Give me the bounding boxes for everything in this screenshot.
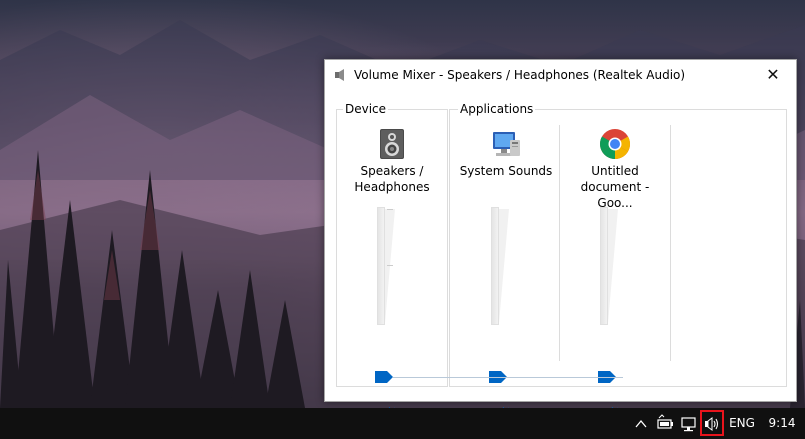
- title-bar[interactable]: Volume Mixer - Speakers / Headphones (Re…: [325, 60, 796, 90]
- language-indicator[interactable]: ENG: [728, 408, 756, 439]
- channel-label: System Sounds: [459, 164, 553, 178]
- volume-scale-wedge: [608, 209, 618, 323]
- volume-slider-thumb[interactable]: [375, 371, 393, 383]
- tick-mark: [387, 209, 393, 210]
- device-group-label: Device: [343, 102, 389, 116]
- window-title: Volume Mixer - Speakers / Headphones (Re…: [354, 68, 686, 82]
- tick-mark: [387, 265, 393, 266]
- chrome-icon[interactable]: [599, 128, 631, 160]
- chevron-up-icon[interactable]: [634, 408, 648, 439]
- speaker-highlight-box: [700, 410, 724, 436]
- speakers-device-icon[interactable]: [376, 128, 408, 160]
- battery-icon[interactable]: [656, 408, 674, 439]
- channel-chrome-document: Untitled document - Goo...: [563, 125, 667, 419]
- volume-scale-wedge: [499, 209, 509, 323]
- volume-mixer-window: Volume Mixer - Speakers / Headphones (Re…: [324, 59, 797, 419]
- applications-group-label: Applications: [458, 102, 536, 116]
- volume-slider-track[interactable]: [600, 207, 608, 325]
- taskbar: ENG 9:14: [0, 408, 805, 439]
- volume-slider-track[interactable]: [491, 207, 499, 325]
- channel-label: Untitled document - Goo...: [580, 164, 650, 210]
- channel-system-sounds: System Sounds: [454, 125, 558, 419]
- master-level-line: [393, 377, 623, 378]
- system-sounds-icon[interactable]: [490, 128, 522, 160]
- channel-label: Speakers / Headphones: [354, 164, 430, 194]
- volume-slider-track[interactable]: [377, 207, 385, 325]
- network-icon[interactable]: [680, 408, 698, 439]
- clock[interactable]: 9:14: [766, 408, 798, 439]
- column-divider: [559, 125, 560, 361]
- channel-speakers-headphones: Speakers / Headphones: [340, 125, 444, 419]
- close-button[interactable]: ✕: [750, 60, 796, 90]
- volume-scale-wedge: [385, 209, 395, 323]
- speaker-title-icon: [335, 69, 344, 81]
- column-divider: [670, 125, 671, 361]
